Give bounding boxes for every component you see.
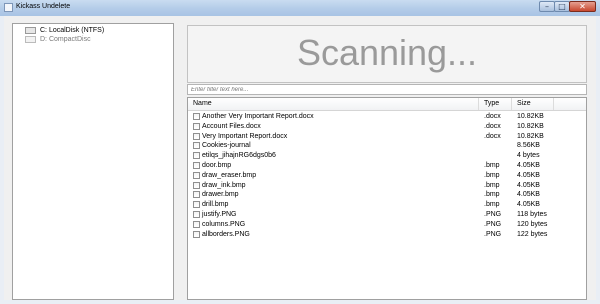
- file-name: Very Important Report.docx: [202, 132, 288, 140]
- column-divider[interactable]: [553, 98, 554, 110]
- file-name: drawer.bmp: [202, 191, 239, 199]
- optical-disc-icon: [25, 36, 36, 43]
- drive-label: C: LocalDisk (NTFS): [40, 27, 105, 34]
- drive-item-c[interactable]: C: LocalDisk (NTFS): [25, 27, 104, 36]
- file-type: .bmp: [484, 191, 500, 199]
- window-title: Kickass Undelete: [16, 3, 71, 10]
- file-type: .bmp: [484, 181, 500, 189]
- file-size: 8.56KB: [517, 142, 540, 150]
- file-type: .docx: [484, 122, 501, 130]
- app-icon: [4, 3, 13, 12]
- hard-disk-icon: [25, 27, 36, 34]
- file-checkbox[interactable]: [193, 181, 200, 189]
- file-row[interactable]: justify.PNG .PNG 118 bytes: [188, 210, 586, 220]
- file-type: .bmp: [484, 201, 500, 209]
- minimize-button[interactable]: –: [539, 1, 555, 12]
- file-row[interactable]: etilqs_jihajnRG6dgs0b6 4 bytes: [188, 151, 586, 161]
- file-name: allborders.PNG: [202, 230, 250, 238]
- file-checkbox[interactable]: [193, 113, 200, 120]
- file-checkbox[interactable]: [193, 191, 200, 199]
- file-row[interactable]: draw_eraser.bmp .bmp 4.05KB: [188, 171, 586, 181]
- title-bar[interactable]: Kickass Undelete – □ ✕: [0, 0, 600, 16]
- file-type: .docx: [484, 113, 501, 120]
- file-row[interactable]: Another Very Important Report.docx .docx 1…: [188, 112, 586, 122]
- file-size: 10.82KB: [517, 113, 544, 120]
- filter-input[interactable]: [187, 84, 587, 95]
- file-checkbox[interactable]: [193, 122, 200, 130]
- file-checkbox[interactable]: [193, 162, 200, 169]
- window-client: C: LocalDisk (NTFS) D: CompactDisc Scann…: [4, 16, 596, 300]
- file-name: drill.bmp: [202, 201, 229, 209]
- file-name: etilqs_jihajnRG6dgs0b6: [202, 152, 276, 160]
- file-size: 10.82KB: [517, 132, 544, 140]
- drive-item-d[interactable]: D: CompactDisc: [25, 36, 91, 45]
- file-name: Cookies-journal: [202, 142, 251, 150]
- file-type: .PNG: [484, 230, 502, 238]
- column-divider[interactable]: [511, 98, 512, 110]
- file-size: 118 bytes: [517, 211, 547, 218]
- file-name: justify.PNG: [202, 211, 237, 218]
- file-checkbox[interactable]: [193, 230, 200, 238]
- file-size: 4.05KB: [517, 181, 540, 189]
- file-row[interactable]: Account Files.docx .docx 10.82KB: [188, 122, 586, 132]
- column-divider[interactable]: [478, 98, 479, 110]
- file-row[interactable]: columns.PNG .PNG 120 bytes: [188, 220, 586, 230]
- maximize-button[interactable]: □: [554, 1, 570, 12]
- drive-tree[interactable]: C: LocalDisk (NTFS) D: CompactDisc: [12, 23, 174, 300]
- file-name: Account Files.docx: [202, 122, 261, 130]
- file-row[interactable]: allborders.PNG .PNG 122 bytes: [188, 230, 586, 240]
- file-checkbox[interactable]: [193, 171, 200, 179]
- file-size: 10.82KB: [517, 122, 544, 130]
- drive-label: D: CompactDisc: [40, 36, 91, 43]
- file-size: 4.05KB: [517, 191, 540, 199]
- file-checkbox[interactable]: [193, 220, 200, 228]
- file-checkbox[interactable]: [193, 201, 200, 209]
- file-type: .bmp: [484, 162, 500, 169]
- file-name: draw_eraser.bmp: [202, 171, 257, 179]
- file-type: .PNG: [484, 220, 502, 228]
- file-list[interactable]: Name Type Size Another Very Important Re…: [187, 97, 587, 300]
- file-type: .PNG: [484, 211, 502, 218]
- file-type: .bmp: [484, 171, 500, 179]
- column-header-size[interactable]: Size: [517, 100, 531, 107]
- file-type: .docx: [484, 132, 501, 140]
- file-name: columns.PNG: [202, 220, 246, 228]
- file-size: 122 bytes: [517, 230, 548, 238]
- scan-status-text: Scanning...: [296, 32, 478, 73]
- panel-splitter[interactable]: [176, 16, 180, 300]
- file-size: 4 bytes: [517, 152, 540, 160]
- file-name: draw_ink.bmp: [202, 181, 246, 189]
- file-size: 4.05KB: [517, 201, 540, 209]
- close-button[interactable]: ✕: [569, 1, 596, 12]
- file-row[interactable]: drawer.bmp .bmp 4.05KB: [188, 190, 586, 200]
- file-size: 4.05KB: [517, 171, 540, 179]
- file-checkbox[interactable]: [193, 152, 200, 160]
- file-row[interactable]: Cookies-journal 8.56KB: [188, 141, 586, 151]
- file-checkbox[interactable]: [193, 132, 200, 140]
- file-list-header: Name Type Size: [188, 98, 586, 111]
- scan-status-panel: Scanning...: [187, 25, 587, 83]
- file-row[interactable]: Very Important Report.docx .docx 10.82KB: [188, 132, 586, 142]
- column-header-name[interactable]: Name: [193, 100, 212, 107]
- file-name: Another Very Important Report.docx: [202, 113, 314, 120]
- file-name: door.bmp: [202, 162, 232, 169]
- file-row[interactable]: drill.bmp .bmp 4.05KB: [188, 200, 586, 210]
- file-row[interactable]: draw_ink.bmp .bmp 4.05KB: [188, 181, 586, 191]
- file-size: 4.05KB: [517, 162, 540, 169]
- column-header-type[interactable]: Type: [484, 100, 499, 107]
- file-checkbox[interactable]: [193, 142, 200, 150]
- file-row[interactable]: door.bmp .bmp 4.05KB: [188, 161, 586, 171]
- file-checkbox[interactable]: [193, 211, 200, 218]
- file-size: 120 bytes: [517, 220, 548, 228]
